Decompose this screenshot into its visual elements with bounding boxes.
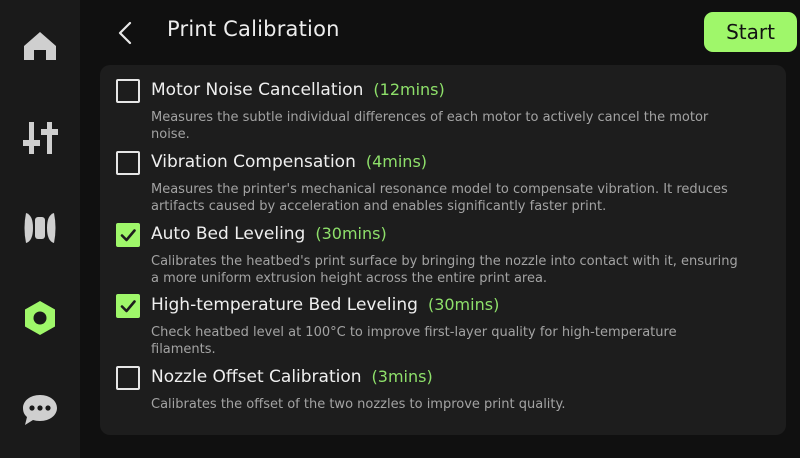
- option-title: Auto Bed Leveling: [151, 224, 306, 244]
- option-title: Vibration Compensation: [151, 152, 356, 172]
- option-description: Check heatbed level at 100°C to improve …: [151, 325, 677, 357]
- checkbox-auto-bed-leveling[interactable]: [116, 223, 140, 247]
- sidebar-item-home[interactable]: [0, 16, 80, 76]
- calibration-options-panel: Motor Noise Cancellation (12mins) Measure…: [100, 65, 786, 435]
- back-button[interactable]: [110, 18, 140, 48]
- option-title-row: Motor Noise Cancellation (12mins): [151, 80, 445, 100]
- chevron-left-icon: [118, 21, 132, 45]
- option-duration: (30mins): [315, 224, 387, 243]
- home-icon: [24, 32, 56, 60]
- sidebar-item-filament[interactable]: [0, 198, 80, 258]
- filament-spool-icon: [24, 213, 56, 243]
- option-title-row: Auto Bed Leveling (30mins): [151, 224, 387, 244]
- option-title: Nozzle Offset Calibration: [151, 367, 362, 387]
- checkbox-vibration-compensation[interactable]: [116, 151, 140, 175]
- option-title: Motor Noise Cancellation: [151, 80, 364, 100]
- page-title: Print Calibration: [167, 17, 340, 41]
- option-description: Calibrates the heatbed's print surface b…: [151, 254, 738, 286]
- chat-bubble-icon: [23, 395, 57, 425]
- option-title-row: Vibration Compensation (4mins): [151, 152, 427, 172]
- option-duration: (12mins): [373, 80, 445, 99]
- option-duration: (3mins): [371, 367, 433, 386]
- option-title-row: High-temperature Bed Leveling (30mins): [151, 295, 499, 315]
- checkmark-icon: [120, 229, 136, 242]
- option-duration: (4mins): [365, 152, 428, 171]
- option-title-row: Nozzle Offset Calibration (3mins): [151, 367, 433, 387]
- option-description: Measures the printer's mechanical resona…: [151, 182, 728, 214]
- sidebar-item-settings[interactable]: [0, 288, 80, 348]
- sidebar: [0, 0, 80, 458]
- hex-nut-icon: [25, 301, 55, 335]
- checkbox-high-temperature-bed-leveling[interactable]: [116, 294, 140, 318]
- sliders-icon: [23, 122, 58, 154]
- main-content: Print Calibration Start Motor Noise Canc…: [80, 0, 800, 458]
- sidebar-item-messages[interactable]: [0, 380, 80, 440]
- checkbox-motor-noise-cancellation[interactable]: [116, 79, 140, 103]
- option-description: Measures the subtle individual differenc…: [151, 110, 709, 142]
- option-description: Calibrates the offset of the two nozzles…: [151, 397, 566, 412]
- sidebar-item-controls[interactable]: [0, 108, 80, 168]
- option-duration: (30mins): [427, 295, 500, 314]
- start-button[interactable]: Start: [704, 12, 797, 52]
- checkbox-nozzle-offset-calibration[interactable]: [116, 366, 140, 390]
- option-title: High-temperature Bed Leveling: [151, 295, 418, 315]
- checkmark-icon: [120, 300, 136, 313]
